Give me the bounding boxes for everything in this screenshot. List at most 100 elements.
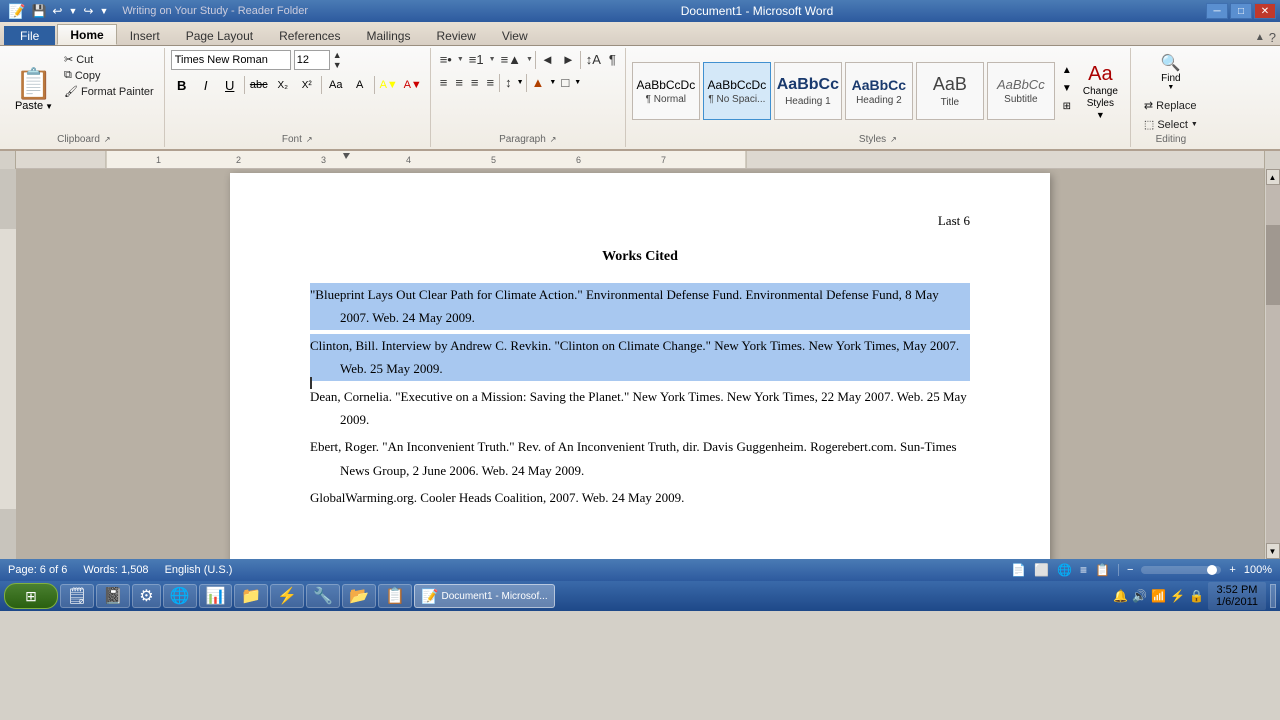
multilevel-button[interactable]: ≡▲ [498,50,524,69]
tab-review[interactable]: Review [423,25,488,45]
multilevel-dropdown[interactable]: ▼ [526,56,533,63]
paste-button[interactable]: 📋 Paste ▼ [10,50,58,132]
ribbon-help-btn[interactable]: ? [1269,30,1276,45]
view-full-screen-btn[interactable]: ⬜ [1034,563,1049,577]
decrease-indent-button[interactable]: ◄ [538,50,557,69]
find-dropdown[interactable]: ▼ [1167,84,1174,91]
tab-home[interactable]: Home [57,24,116,45]
citation-3[interactable]: Dean, Cornelia. "Executive on a Mission:… [310,385,970,432]
subscript-button[interactable]: X₂ [272,74,294,96]
tab-view[interactable]: View [489,25,541,45]
font-size-input[interactable] [294,50,330,70]
tab-references[interactable]: References [266,25,353,45]
scroll-up-btn[interactable]: ▲ [1266,169,1280,185]
style-heading2[interactable]: AaBbCc Heading 2 [845,62,913,120]
start-button[interactable]: ⊞ [4,583,58,609]
tab-mailings[interactable]: Mailings [353,25,423,45]
copy-button[interactable]: ⧉ Copy [60,68,158,83]
citation-4[interactable]: Ebert, Roger. "An Inconvenient Truth." R… [310,435,970,482]
citation-1[interactable]: "Blueprint Lays Out Clear Path for Clima… [310,283,970,330]
taskbar-app-settings[interactable]: 🔧 [306,584,340,608]
taskbar-app-media[interactable]: ⚡ [270,584,304,608]
font-color-button[interactable]: A▼ [402,74,424,96]
minimize-btn[interactable]: ─ [1206,3,1228,19]
tab-page-layout[interactable]: Page Layout [173,25,266,45]
clipboard-expand-btn[interactable]: ↗ [104,135,111,144]
zoom-in-btn[interactable]: + [1229,564,1235,576]
font-shrink-btn[interactable]: ▼ [333,61,342,70]
view-print-btn[interactable]: 📄 [1011,563,1026,577]
styles-scroll-down[interactable]: ▼ [1059,83,1075,99]
style-nospace[interactable]: AaBbCcDc ¶ No Spaci... [703,62,771,120]
taskbar-app-tool[interactable]: ⚙ [132,584,160,608]
system-clock[interactable]: 3:52 PM 1/6/2011 [1208,582,1266,610]
justify-button[interactable]: ≡ [484,73,498,92]
style-normal[interactable]: AaBbCcDc ¶ Normal [632,62,700,120]
sort-button[interactable]: ↕A [583,50,604,69]
tray-icon-4[interactable]: ⚡ [1170,589,1185,603]
align-center-button[interactable]: ≡ [452,73,466,92]
tray-icon-5[interactable]: 🔒 [1189,589,1204,603]
view-draft-btn[interactable]: 📋 [1095,563,1110,577]
bullets-button[interactable]: ≡• [437,50,455,69]
shading-dropdown[interactable]: ▼ [549,79,556,86]
clear-format-button[interactable]: A [349,74,371,96]
taskbar-word-window[interactable]: 📝 Document1 - Microsof... [414,584,555,608]
maximize-btn[interactable]: □ [1230,3,1252,19]
taskbar-app-explorer[interactable]: 📂 [342,584,376,608]
zoom-slider[interactable] [1141,566,1221,574]
taskbar-app-notes[interactable]: 🗒 [60,584,94,608]
close-btn[interactable]: ✕ [1254,3,1276,19]
increase-indent-button[interactable]: ► [559,50,578,69]
select-button[interactable]: ⬚ Select ▼ [1140,117,1202,132]
styles-scroll-up[interactable]: ▲ [1059,65,1075,81]
save-qa-btn[interactable]: 💾 [31,4,46,18]
select-dropdown[interactable]: ▼ [1191,121,1198,128]
line-spacing-dropdown[interactable]: ▼ [517,79,524,86]
tab-insert[interactable]: Insert [117,25,173,45]
citation-2[interactable]: Clinton, Bill. Interview by Andrew C. Re… [310,334,970,381]
italic-button[interactable]: I [195,74,217,96]
paragraph-expand-btn[interactable]: ↗ [550,135,557,144]
tray-icon-1[interactable]: 🔔 [1113,589,1128,603]
view-outline-btn[interactable]: ≡ [1080,563,1087,577]
borders-dropdown[interactable]: ▼ [574,79,581,86]
style-subtitle[interactable]: AaBbCc Subtitle [987,62,1055,120]
scroll-down-btn[interactable]: ▼ [1266,543,1280,559]
paste-dropdown-arrow[interactable]: ▼ [45,102,53,111]
scroll-thumb[interactable] [1266,225,1280,305]
tray-icon-2[interactable]: 🔊 [1132,589,1147,603]
find-button[interactable]: 🔍 Find ▼ [1140,50,1202,94]
customize-qa-btn[interactable]: ▼ [99,6,108,16]
zoom-out-btn[interactable]: − [1127,564,1133,576]
change-case-button[interactable]: Aa [325,74,347,96]
format-painter-button[interactable]: 🖌 Format Painter [60,84,158,99]
font-expand-btn[interactable]: ↗ [306,135,313,144]
taskbar-app-vb[interactable]: 📊 [199,584,233,608]
line-spacing-button[interactable]: ↕ [502,73,515,92]
bold-button[interactable]: B [171,74,193,96]
citation-5[interactable]: GlobalWarming.org. Cooler Heads Coalitio… [310,486,970,509]
highlight-button[interactable]: A▼ [378,74,400,96]
font-name-input[interactable] [171,50,291,70]
view-web-btn[interactable]: 🌐 [1057,563,1072,577]
styles-more-btn[interactable]: ⊞ [1059,101,1075,117]
numbering-button[interactable]: ≡1 [466,50,487,69]
underline-button[interactable]: U [219,74,241,96]
style-title[interactable]: AaB Title [916,62,984,120]
show-hide-button[interactable]: ¶ [606,50,619,69]
ribbon-minimize-btn[interactable]: ▲ [1255,32,1265,43]
taskbar-app-clipboard[interactable]: 📋 [378,584,412,608]
replace-button[interactable]: ⇄ Replace [1140,98,1202,113]
undo-qa-btn[interactable]: ↩ [52,4,62,18]
cut-button[interactable]: ✂ Cut [60,52,158,67]
show-desktop-btn[interactable] [1270,584,1276,608]
strikethrough-button[interactable]: abc [248,74,270,96]
bullets-dropdown[interactable]: ▼ [457,56,464,63]
redo-qa-btn[interactable]: ↪ [83,4,93,18]
undo-dropdown-btn[interactable]: ▼ [68,6,77,16]
font-grow-btn[interactable]: ▲ [333,51,342,60]
tray-icon-3[interactable]: 📶 [1151,589,1166,603]
taskbar-app-onenote[interactable]: 📓 [96,584,130,608]
taskbar-app-browser[interactable]: 🌐 [163,584,197,608]
